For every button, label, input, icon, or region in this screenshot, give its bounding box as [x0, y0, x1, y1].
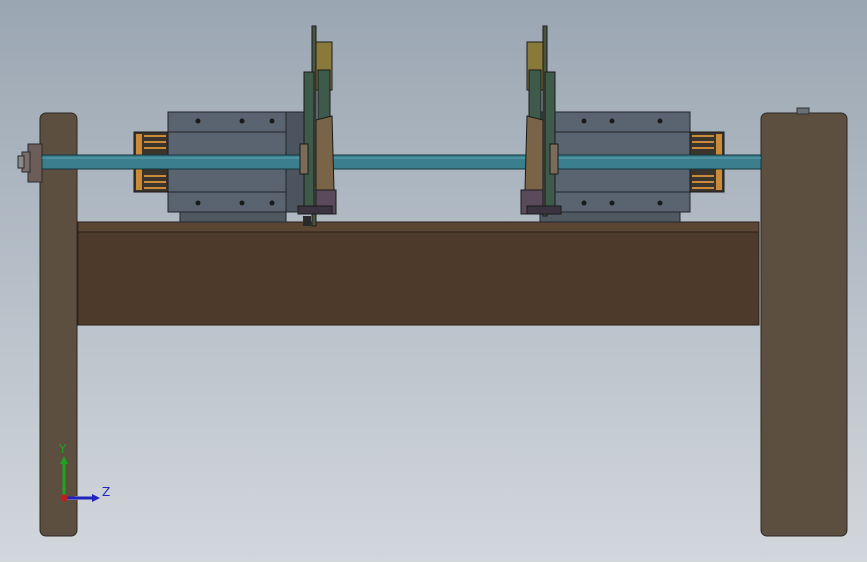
triad-z-arrow: [92, 494, 100, 502]
horizontal-beam[interactable]: [77, 231, 760, 326]
beam-top-lip: [77, 221, 760, 233]
axis-triad: Y Z: [44, 438, 124, 518]
right-clamp-assembly[interactable]: [520, 25, 562, 217]
triad-y-arrow: [60, 456, 68, 464]
main-shaft[interactable]: [41, 154, 762, 170]
cad-viewport[interactable]: Y Z: [0, 0, 867, 562]
right-upright-post[interactable]: [760, 112, 848, 537]
left-clamp-assembly[interactable]: [297, 25, 337, 227]
triad-graphic: [60, 456, 100, 502]
left-end-hub[interactable]: [17, 143, 43, 183]
right-post-knob: [796, 107, 810, 115]
triad-y-label: Y: [59, 442, 67, 456]
assembly-model[interactable]: [0, 0, 867, 562]
triad-origin: [60, 494, 68, 502]
triad-z-label: Z: [102, 485, 111, 499]
